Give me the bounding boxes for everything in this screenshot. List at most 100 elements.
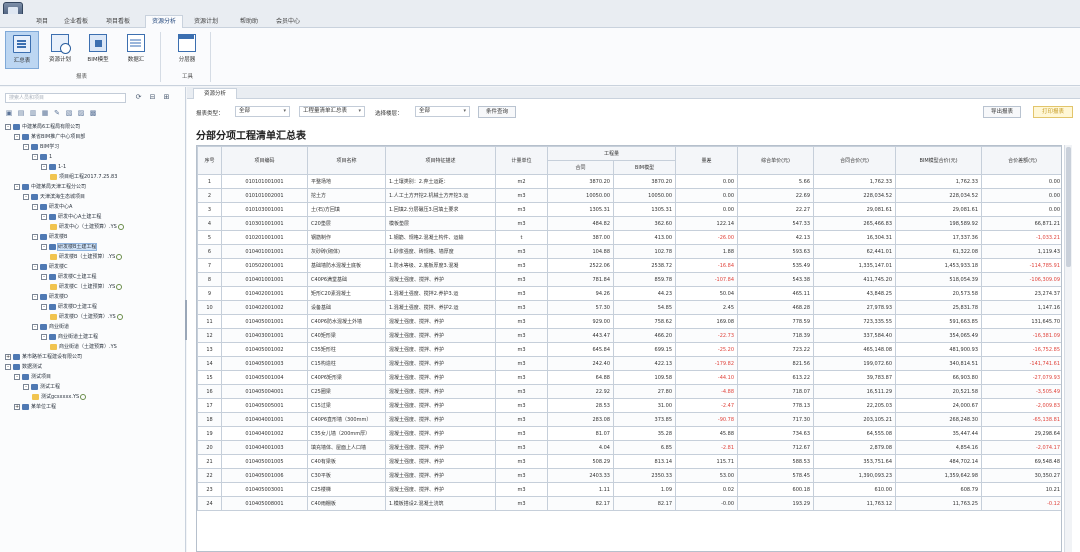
table-row[interactable]: 4 010301001001 C20垫层 模板垫层 m3 484.82 362.60 122.… — [197, 216, 1061, 231]
bim-model-button[interactable]: BIM模型 — [81, 31, 115, 69]
copy-icon[interactable]: ▧ — [65, 109, 73, 117]
menu-item[interactable]: 帮助助 — [234, 16, 264, 27]
table-row[interactable]: 23 010405003001 C25楼梯 混凝土强度、搅拌、养护 m3 1.11 1.09… — [197, 482, 1061, 497]
collapse-icon[interactable]: - — [5, 124, 11, 130]
tree-item[interactable]: + 某单位工程 — [0, 402, 186, 412]
menu-item[interactable]: 会员中心 — [270, 16, 306, 27]
expand-all-icon[interactable]: ⊞ — [162, 93, 171, 102]
collapse-icon[interactable]: - — [32, 154, 38, 160]
table-row[interactable]: 17 010405005001 C15过梁 混凝土强度、搅拌、养护 m3 28.53 31.… — [197, 398, 1061, 413]
collapse-icon[interactable]: - — [23, 384, 29, 390]
collapse-icon[interactable]: - — [41, 304, 47, 310]
table-row[interactable]: 1 010101001001 平整场地 1.土壤类别：2.弃土运距： m2 3870.20… — [197, 174, 1061, 189]
collapse-icon[interactable]: - — [23, 194, 29, 200]
export-report-button[interactable]: 导出报表 — [983, 106, 1021, 118]
report-type-select[interactable]: 全部 ▾ — [235, 106, 290, 117]
tree-item[interactable]: - 研发楼D土建工程 — [0, 302, 186, 312]
column-header[interactable]: 综合单价(元) — [737, 146, 815, 175]
menu-item[interactable]: 资源计划 — [188, 16, 224, 27]
collapse-icon[interactable]: - — [5, 364, 11, 370]
table-scrollbar[interactable] — [1064, 145, 1072, 552]
table-row[interactable]: 3 010103001001 土(石)方回填 1.回填2.分层碾压3.回填土要求 m3 1… — [197, 202, 1061, 217]
collapse-icon[interactable]: - — [32, 234, 38, 240]
table-row[interactable]: 10 010402001002 设备基础 1.混凝土强度、搅拌、养护2.运 m3 57.3… — [197, 300, 1061, 315]
table-row[interactable]: 2 010101002001 挖土方 1.人工土方开挖2.机械土方开挖3.运 m3 100… — [197, 188, 1061, 203]
collapse-icon[interactable]: - — [14, 374, 20, 380]
collapse-icon[interactable]: - — [41, 274, 47, 280]
tree-item[interactable]: - 研发中心A — [0, 202, 186, 212]
tree-item[interactable]: - 测试项目 — [0, 372, 186, 382]
column-header[interactable]: 合价差额(元) — [981, 146, 1061, 175]
edit-icon[interactable]: ✎ — [53, 109, 61, 117]
tree-item[interactable]: - 天津滨海生态城项目 — [0, 192, 186, 202]
import-icon[interactable]: ▥ — [29, 109, 37, 117]
menu-item[interactable]: 项目 — [30, 16, 54, 27]
collapse-icon[interactable]: - — [32, 204, 38, 210]
collapse-icon[interactable]: - — [32, 264, 38, 270]
tree-item[interactable]: - 1-1 — [0, 162, 186, 172]
table-row[interactable]: 18 010404001001 C40P6直形墙（300mm） 混凝土强度、搅拌、养护… — [197, 412, 1061, 427]
floor-select[interactable]: 全部 ▾ — [415, 106, 470, 117]
column-header[interactable]: 合同合价(元) — [813, 146, 897, 175]
column-header[interactable]: 序号 — [197, 146, 222, 175]
table-row[interactable]: 6 010401001001 灰砂砖(砌体) 1.砂浆强度、砖规格、墙厚度 m3 104.… — [197, 244, 1061, 259]
summary-table-button[interactable]: 汇总表 — [5, 31, 39, 69]
table-row[interactable]: 24 010405008001 C40雨棚板 1.模板搭设2.混凝土浇筑 m3 82.17… — [197, 496, 1061, 511]
resource-plan-button[interactable]: 资源计划 — [43, 31, 77, 69]
tree-item[interactable]: - 数据测试 — [0, 362, 186, 372]
tree-item[interactable]: - BIM学习 — [0, 142, 186, 152]
menu-item[interactable]: 项目看板 — [100, 16, 136, 27]
collapse-icon[interactable]: - — [14, 184, 20, 190]
collapse-icon[interactable]: - — [41, 164, 47, 170]
table-row[interactable]: 12 010403001001 C40矩形梁 混凝土强度、搅拌、养护 m3 443.47 4… — [197, 328, 1061, 343]
tab-resource-analysis[interactable]: 资源分析 — [193, 88, 238, 99]
collapse-icon[interactable]: - — [41, 244, 47, 250]
column-header[interactable]: 量差 — [675, 146, 739, 175]
collapse-icon[interactable]: - — [32, 294, 38, 300]
table-row[interactable]: 14 010405001003 C15构造柱 混凝土强度、搅拌、养护 m3 242.40 4… — [197, 356, 1061, 371]
data-summary-button[interactable]: 数据汇 — [119, 31, 153, 69]
print-report-button[interactable]: 打印报表 — [1033, 106, 1073, 118]
column-header[interactable]: BIM模型 — [612, 160, 677, 175]
table-row[interactable]: 21 010405001005 C40有梁板 混凝土强度、搅拌、养护 m3 508.29 8… — [197, 454, 1061, 469]
query-button[interactable]: 条件查询 — [478, 106, 516, 118]
expand-icon[interactable]: + — [14, 404, 20, 410]
tree-item[interactable]: 项目组工程2017.7.25.83 — [0, 172, 186, 182]
table-row[interactable]: 22 010405001006 C30平板 混凝土强度、搅拌、养护 m3 2403.33 2… — [197, 468, 1061, 483]
tree-item[interactable]: 测试gcsxxxx.YS — [0, 392, 186, 402]
collapse-all-icon[interactable]: ⊟ — [148, 93, 157, 102]
menu-item[interactable]: 企业看板 — [58, 16, 94, 27]
tree-item[interactable]: - 中建某局6工程局有限公司 — [0, 122, 186, 132]
collapse-icon[interactable]: - — [32, 324, 38, 330]
column-header[interactable]: 项目编码 — [221, 146, 308, 175]
collapse-icon[interactable]: - — [41, 334, 47, 340]
column-header[interactable]: 项目名称 — [307, 146, 386, 175]
column-header[interactable]: 工程量 — [546, 146, 677, 161]
collapse-icon[interactable]: - — [23, 144, 29, 150]
layer-tool-button[interactable]: 分层器 — [170, 31, 204, 69]
table-row[interactable]: 16 010405004001 C25圈梁 混凝土强度、搅拌、养护 m3 22.92 27.… — [197, 384, 1061, 399]
tree-search-input[interactable]: 搜索人员和项目 — [5, 93, 126, 103]
new-folder-icon[interactable]: ▣ — [5, 109, 13, 117]
tree-item[interactable]: - 商业街道土建工程 — [0, 332, 186, 342]
report-view-select[interactable]: 工程量清单汇总表 ▾ — [299, 106, 365, 117]
column-header[interactable]: 合同 — [547, 160, 614, 175]
move-icon[interactable]: ▨ — [77, 109, 85, 117]
column-header[interactable]: BIM模型合价(元) — [895, 146, 983, 175]
scrollbar-thumb[interactable] — [1066, 147, 1071, 267]
table-row[interactable]: 7 010502001001 基础墙防水混凝土底板 1.防水等级、2.底板厚度3.混凝… — [197, 258, 1061, 273]
tree-item[interactable]: - 研发中心A土建工程 — [0, 212, 186, 222]
tree-item[interactable]: 商业街道（土建预算）.YS — [0, 342, 186, 352]
tree-item[interactable]: 研发中心（土建预算）.YS — [0, 222, 186, 232]
table-row[interactable]: 5 010201001001 钢筋制作 1.钢筋、规格2.混凝土构件、运输 t 387.0… — [197, 230, 1061, 245]
collapse-icon[interactable]: - — [14, 134, 20, 140]
table-row[interactable]: 19 010404001002 C35女儿墙（200mm厚） 混凝土强度、搅拌、养护 m… — [197, 426, 1061, 441]
table-row[interactable]: 9 010402001001 矩形C20素混凝土 1.混凝土强度、搅拌2.养护3.运 m… — [197, 286, 1061, 301]
tree-item[interactable]: 研发楼B（土建预算）.YS — [0, 252, 186, 262]
tree-item[interactable]: 研发楼D（土建预算）.YS — [0, 312, 186, 322]
expand-icon[interactable]: + — [5, 354, 11, 360]
tree-item[interactable]: - 中建某局天津工程分公司 — [0, 182, 186, 192]
column-header[interactable]: 计量单位 — [495, 146, 548, 175]
table-row[interactable]: 20 010404001003 填充墙体、屋面上人口墙 混凝土强度、搅拌、养护 m3 4.… — [197, 440, 1061, 455]
refresh-icon[interactable]: ⟳ — [134, 93, 143, 102]
